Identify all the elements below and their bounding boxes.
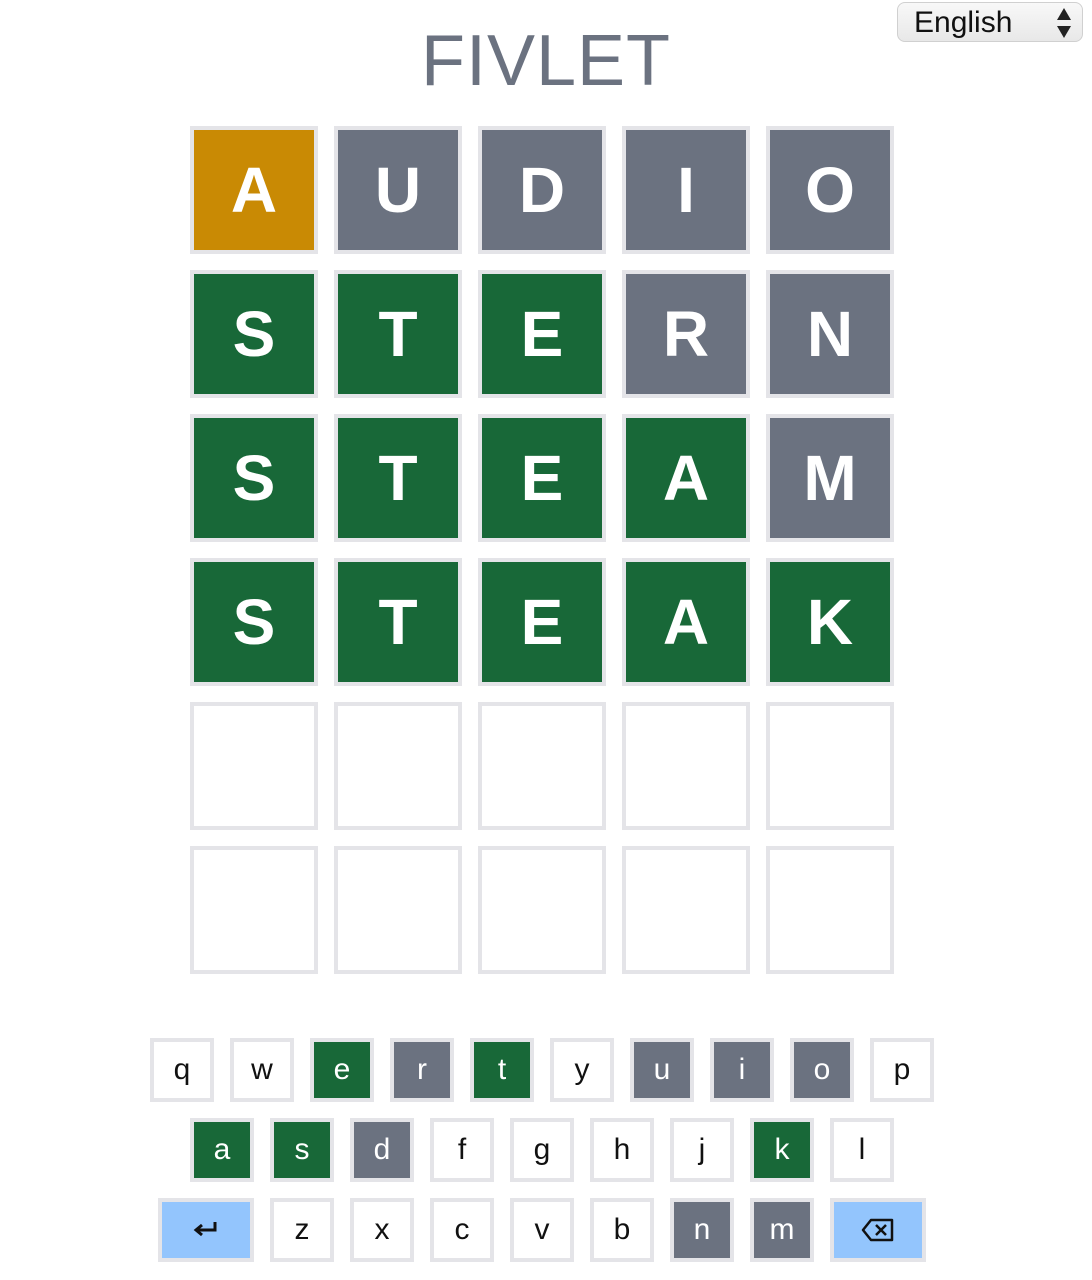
key-a[interactable]: a: [190, 1118, 254, 1182]
board-tile: [478, 846, 606, 974]
key-f[interactable]: f: [430, 1118, 494, 1182]
board-tile: [334, 702, 462, 830]
keyboard-row: qwertyuiop: [0, 1038, 1092, 1102]
key-u[interactable]: u: [630, 1038, 694, 1102]
page-title: FIVLET: [420, 21, 672, 101]
backspace-key[interactable]: [830, 1198, 926, 1262]
board-tile: T: [334, 558, 462, 686]
board-tile: [334, 846, 462, 974]
board-tile: [190, 702, 318, 830]
key-g[interactable]: g: [510, 1118, 574, 1182]
key-s[interactable]: s: [270, 1118, 334, 1182]
key-c[interactable]: c: [430, 1198, 494, 1262]
key-x[interactable]: x: [350, 1198, 414, 1262]
board-tile: U: [334, 126, 462, 254]
keyboard-row: zxcvbnm: [0, 1198, 1092, 1262]
board-tile: S: [190, 558, 318, 686]
board-tile: A: [622, 558, 750, 686]
board-tile: K: [766, 558, 894, 686]
board-tile: E: [478, 558, 606, 686]
key-m[interactable]: m: [750, 1198, 814, 1262]
backspace-icon: [861, 1218, 894, 1242]
key-e[interactable]: e: [310, 1038, 374, 1102]
key-j[interactable]: j: [670, 1118, 734, 1182]
board-tile: S: [190, 270, 318, 398]
board-tile: [622, 702, 750, 830]
board-tile: O: [766, 126, 894, 254]
enter-key[interactable]: [158, 1198, 254, 1262]
board-tile: [622, 846, 750, 974]
key-b[interactable]: b: [590, 1198, 654, 1262]
board-tile: [190, 846, 318, 974]
key-h[interactable]: h: [590, 1118, 654, 1182]
board-tile: A: [190, 126, 318, 254]
key-d[interactable]: d: [350, 1118, 414, 1182]
board-tile: S: [190, 414, 318, 542]
key-q[interactable]: q: [150, 1038, 214, 1102]
enter-icon: [193, 1222, 217, 1237]
key-l[interactable]: l: [830, 1118, 894, 1182]
board-tile: [766, 702, 894, 830]
board-tile: E: [478, 270, 606, 398]
keyboard-row: asdfghjkl: [0, 1118, 1092, 1182]
key-k[interactable]: k: [750, 1118, 814, 1182]
key-y[interactable]: y: [550, 1038, 614, 1102]
key-v[interactable]: v: [510, 1198, 574, 1262]
board-tile: E: [478, 414, 606, 542]
key-z[interactable]: z: [270, 1198, 334, 1262]
game-board: AUDIOSTERNSTEAMSTEAK: [190, 126, 894, 974]
key-w[interactable]: w: [230, 1038, 294, 1102]
board-tile: A: [622, 414, 750, 542]
key-i[interactable]: i: [710, 1038, 774, 1102]
key-n[interactable]: n: [670, 1198, 734, 1262]
board-tile: M: [766, 414, 894, 542]
board-tile: R: [622, 270, 750, 398]
board-tile: [478, 702, 606, 830]
board-tile: D: [478, 126, 606, 254]
board-tile: T: [334, 414, 462, 542]
key-p[interactable]: p: [870, 1038, 934, 1102]
board-tile: N: [766, 270, 894, 398]
board-tile: I: [622, 126, 750, 254]
key-r[interactable]: r: [390, 1038, 454, 1102]
board-tile: T: [334, 270, 462, 398]
board-tile: [766, 846, 894, 974]
key-t[interactable]: t: [470, 1038, 534, 1102]
key-o[interactable]: o: [790, 1038, 854, 1102]
